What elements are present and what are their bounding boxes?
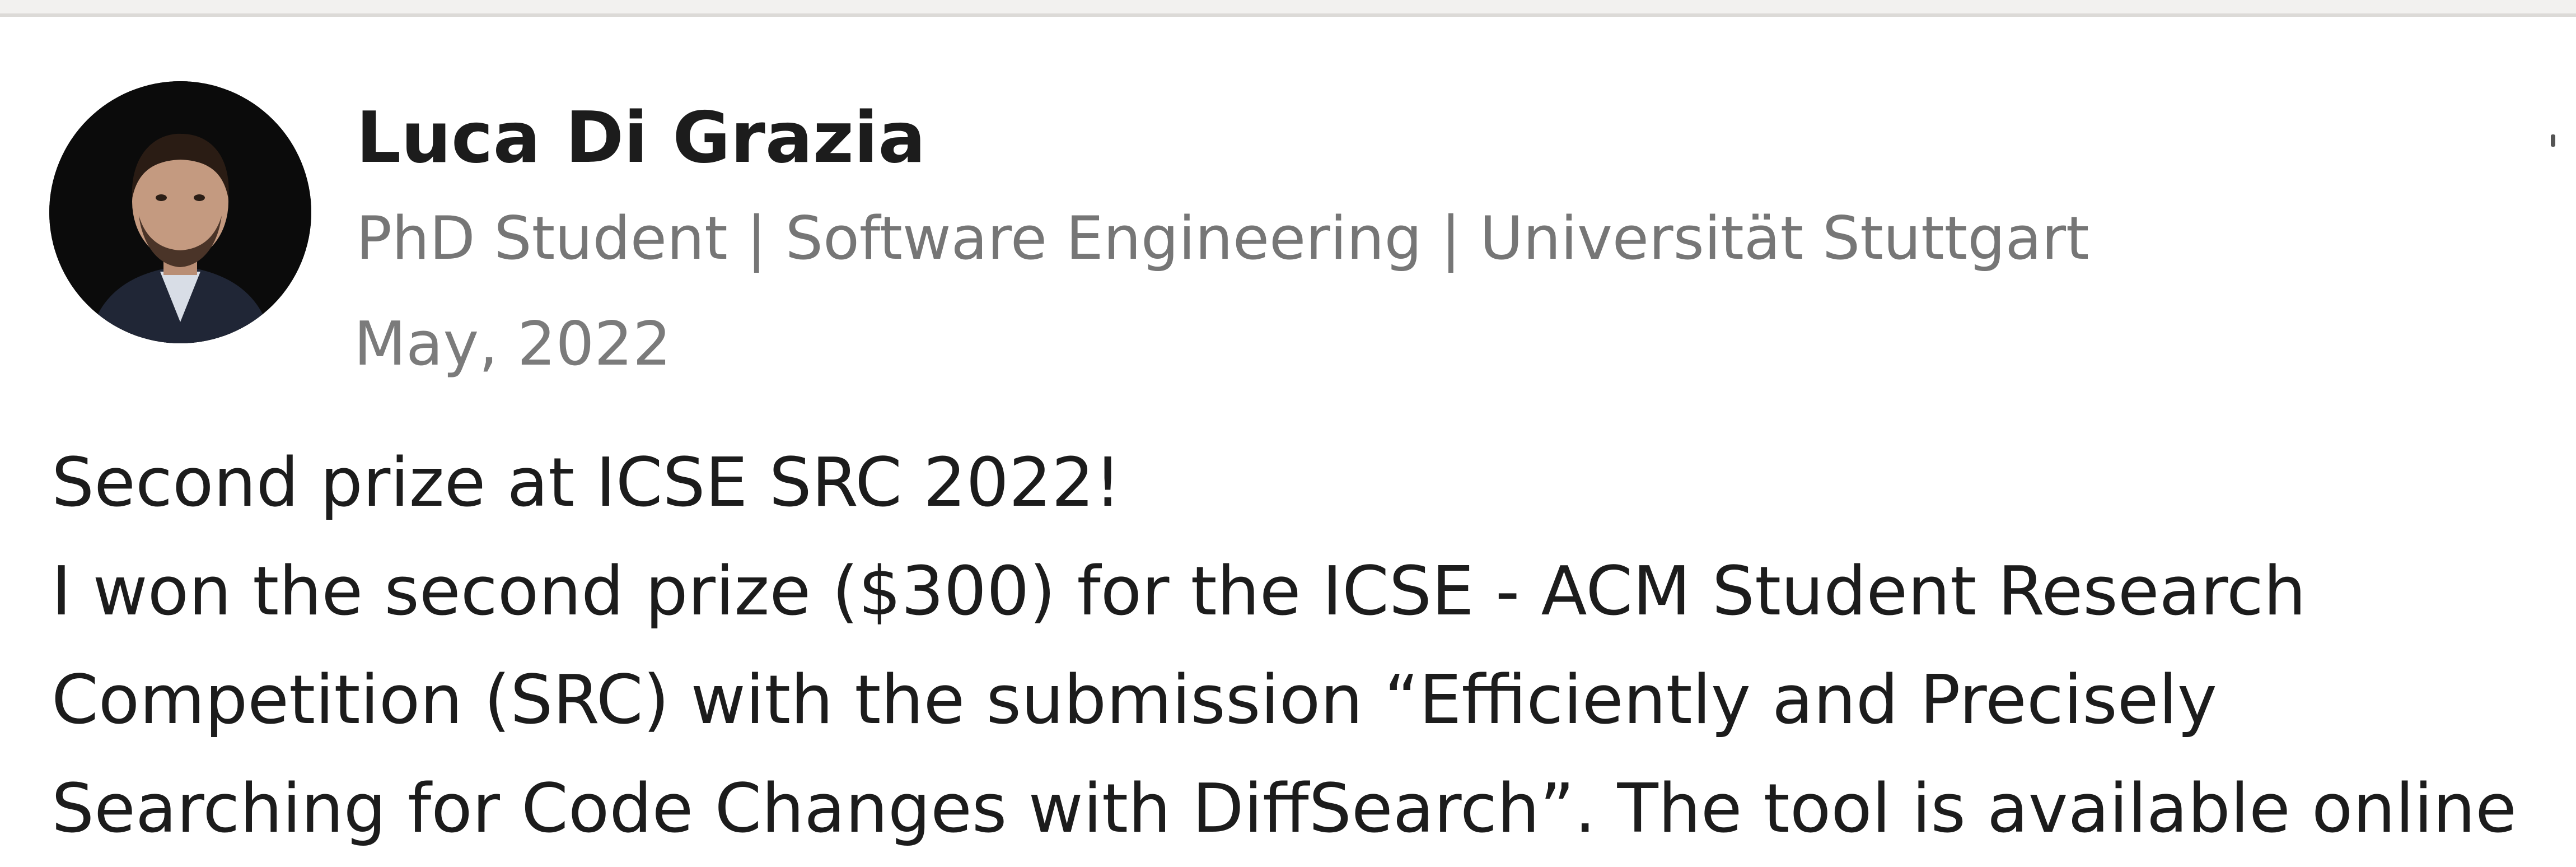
more-options-icon[interactable] (2551, 134, 2555, 147)
author-headline: PhD Student | Software Engineering | Uni… (356, 204, 2089, 273)
author-name[interactable]: Luca Di Grazia (356, 95, 925, 180)
post-date: May, 2022 (354, 309, 671, 379)
post-body-line: Competition (SRC) with the submission “E… (52, 661, 2217, 739)
post-text: Second prize at ICSE SRC 2022! I won the… (52, 429, 2576, 864)
post-body-line: I won the second prize ($300) for the IC… (52, 553, 2306, 631)
post-title: Second prize at ICSE SRC 2022! (52, 444, 1121, 522)
person-photo-icon (49, 81, 311, 343)
window-top-border (0, 0, 2576, 17)
post-card: Luca Di Grazia PhD Student | Software En… (0, 17, 2576, 867)
author-avatar[interactable] (49, 81, 311, 343)
post-body-line: Searching for Code Changes with DiffSear… (52, 770, 2517, 848)
